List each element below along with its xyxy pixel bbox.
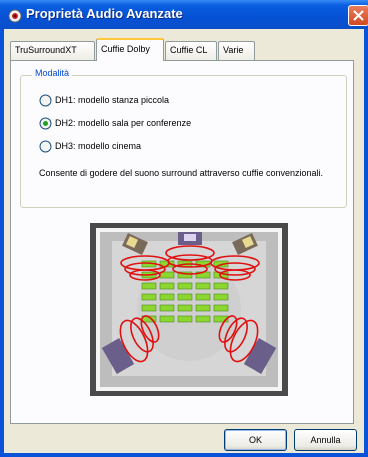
radio-selected-icon[interactable]	[39, 117, 52, 130]
speaker-app-icon	[8, 9, 22, 23]
ok-button[interactable]: OK	[224, 429, 287, 451]
tab-cuffie-cl[interactable]: Cuffie CL	[165, 41, 217, 60]
tab-cuffie-dolby[interactable]: Cuffie Dolby	[96, 38, 164, 61]
radio-unselected-icon[interactable]	[39, 140, 52, 153]
tab-label: Cuffie CL	[170, 45, 208, 55]
close-icon	[353, 10, 364, 21]
radio-label: DH1: modello stanza piccola	[55, 95, 170, 105]
window-title: Proprietà Audio Avanzate	[26, 6, 183, 21]
radio-label: DH2: modello sala per conferenze	[55, 118, 192, 128]
cancel-button[interactable]: Annulla	[294, 429, 357, 451]
speaker-center-icon	[178, 232, 202, 245]
radio-label: DH3: modello cinema	[55, 141, 142, 151]
tab-trusurroundxt[interactable]: TruSurroundXT	[10, 41, 95, 60]
mode-description: Consente di godere del suono surround at…	[39, 168, 324, 178]
tab-label: TruSurroundXT	[15, 45, 77, 55]
tab-label: Varie	[223, 45, 244, 55]
tab-label: Cuffie Dolby	[101, 44, 150, 54]
close-button[interactable]	[348, 5, 368, 26]
title-bar[interactable]: Proprietà Audio Avanzate	[0, 0, 368, 29]
group-label: Modalità	[32, 68, 73, 78]
radio-unselected-icon[interactable]	[39, 94, 52, 107]
dialog-body: TruSurroundXT Cuffie Dolby Cuffie CL Var…	[4, 29, 364, 453]
tab-varie[interactable]: Varie	[218, 41, 255, 60]
surround-room-illustration	[90, 223, 288, 396]
dialog-window: Proprietà Audio Avanzate TruSurroundXT C…	[0, 0, 368, 457]
